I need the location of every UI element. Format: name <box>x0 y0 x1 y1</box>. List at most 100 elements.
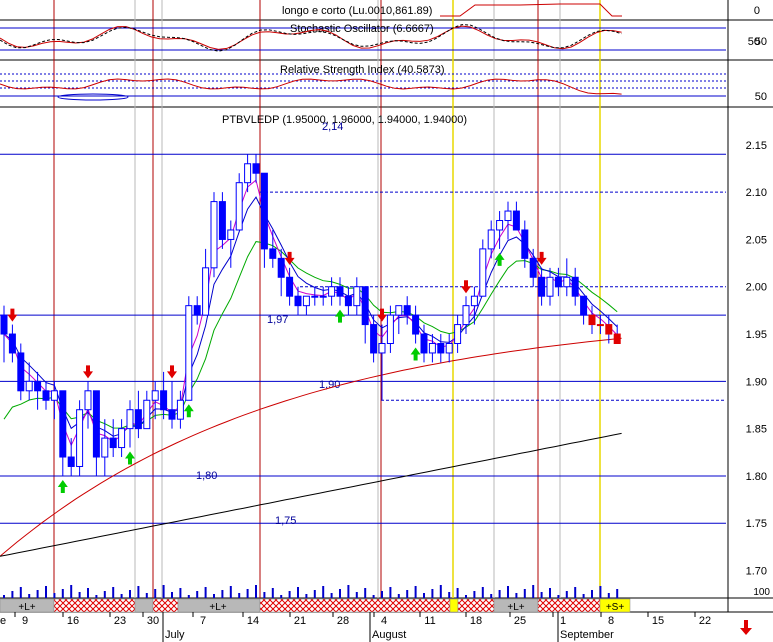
candle-body <box>25 380 33 392</box>
sell-arrow-icon <box>7 308 18 322</box>
x-tick-label: e <box>0 615 6 627</box>
candle-body <box>588 314 596 326</box>
month-label: September <box>560 629 614 641</box>
top-panel-label: longo e corto (Lu.0010,861.89) <box>282 5 432 17</box>
x-tick-label: 15 <box>652 615 664 627</box>
candle-body <box>202 267 210 316</box>
candle-body <box>470 295 478 307</box>
x-tick-label: 1 <box>560 615 566 627</box>
x-tick-label: 18 <box>470 615 482 627</box>
candle-body <box>496 220 504 231</box>
candle-body <box>344 295 352 307</box>
candle-body <box>437 343 445 354</box>
candle-body <box>59 390 67 458</box>
candle-body <box>361 286 369 326</box>
x-tick-label: 21 <box>294 615 306 627</box>
y-tick-label: 1.80 <box>746 471 767 483</box>
candle-body <box>546 276 554 297</box>
candle-body <box>605 324 613 335</box>
month-label: August <box>372 629 406 641</box>
candle-body <box>336 286 344 297</box>
candle-body <box>0 314 8 335</box>
candle-body <box>42 390 50 401</box>
sell-arrow-icon <box>461 280 471 294</box>
candle-body <box>84 390 92 411</box>
candle-body <box>521 229 529 259</box>
candle-body <box>218 201 226 240</box>
signal-segment <box>53 598 136 613</box>
level-label: 1,80 <box>196 470 217 482</box>
x-tick-label: 4 <box>381 615 387 627</box>
candle-body <box>504 210 512 222</box>
candle-body <box>269 248 277 259</box>
candle-body <box>395 305 403 316</box>
candle-body <box>529 257 537 278</box>
candle-body <box>554 276 562 288</box>
y-tick-label: 1.85 <box>746 424 767 436</box>
candle-body <box>168 409 176 420</box>
candle-body <box>176 399 184 420</box>
long-signal-label: +L+ <box>18 602 35 613</box>
sell-arrow-icon <box>83 365 93 379</box>
y-tick-label: 50 <box>755 36 767 48</box>
long-signal-label: +L+ <box>507 602 524 613</box>
candle-body <box>67 456 75 467</box>
level-label: 1,90 <box>319 379 340 391</box>
y-tick-label: 0 <box>754 5 760 17</box>
buy-arrow-icon <box>183 404 194 418</box>
candle-body <box>512 210 520 231</box>
signal-segment <box>134 598 154 613</box>
level-label: 1,75 <box>275 515 296 527</box>
y-tick-label: 1.95 <box>746 329 767 341</box>
candle-body <box>596 324 604 327</box>
candle-body <box>101 437 109 458</box>
long-signal-label: +L+ <box>209 602 226 613</box>
candle-body <box>50 390 58 401</box>
candle-body <box>613 333 621 345</box>
y-tick-label: 2.05 <box>746 234 767 246</box>
candle-body <box>17 352 25 392</box>
candle-body <box>76 409 84 467</box>
candle-body <box>454 324 462 344</box>
candle-body <box>160 390 168 411</box>
x-tick-label: 28 <box>337 615 349 627</box>
candle-body <box>143 399 151 430</box>
level-label: 1,97 <box>267 314 288 326</box>
candle-body <box>378 343 386 354</box>
candle-body <box>244 163 252 184</box>
x-tick-label: 25 <box>514 615 526 627</box>
x-tick-label: 30 <box>147 615 159 627</box>
candle-body <box>34 380 42 392</box>
candle-body <box>420 333 428 354</box>
candle-body <box>328 286 336 297</box>
buy-arrow-icon <box>57 479 68 493</box>
candle-body <box>311 295 319 298</box>
y-tick-label: 1.90 <box>746 376 767 388</box>
x-tick-label: 14 <box>247 615 259 627</box>
candle-body <box>353 286 361 307</box>
x-tick-label: 16 <box>67 615 79 627</box>
candle-body <box>260 172 268 250</box>
corner-down-arrow-icon[interactable] <box>739 620 753 636</box>
candle-body <box>193 305 201 316</box>
x-tick-label: 8 <box>608 615 614 627</box>
level-label: 2,14 <box>322 121 343 133</box>
y-tick-label: 2.10 <box>746 187 767 199</box>
candle-body <box>563 276 571 288</box>
candle-body <box>445 343 453 354</box>
x-tick-label: 7 <box>200 615 206 627</box>
buy-arrow-icon <box>494 252 505 266</box>
candle-body <box>126 409 134 430</box>
candle-body <box>277 257 285 278</box>
candle-body <box>134 409 142 430</box>
signal-segment <box>152 598 179 613</box>
candle-body <box>479 248 487 297</box>
candle-body <box>462 305 470 326</box>
candle-body <box>294 295 302 307</box>
candle-body <box>286 276 294 297</box>
x-tick-label: 9 <box>22 615 28 627</box>
candle-body <box>227 229 235 240</box>
candle-body <box>235 182 243 231</box>
candle-body <box>386 314 394 344</box>
top-panel-line <box>440 3 622 17</box>
